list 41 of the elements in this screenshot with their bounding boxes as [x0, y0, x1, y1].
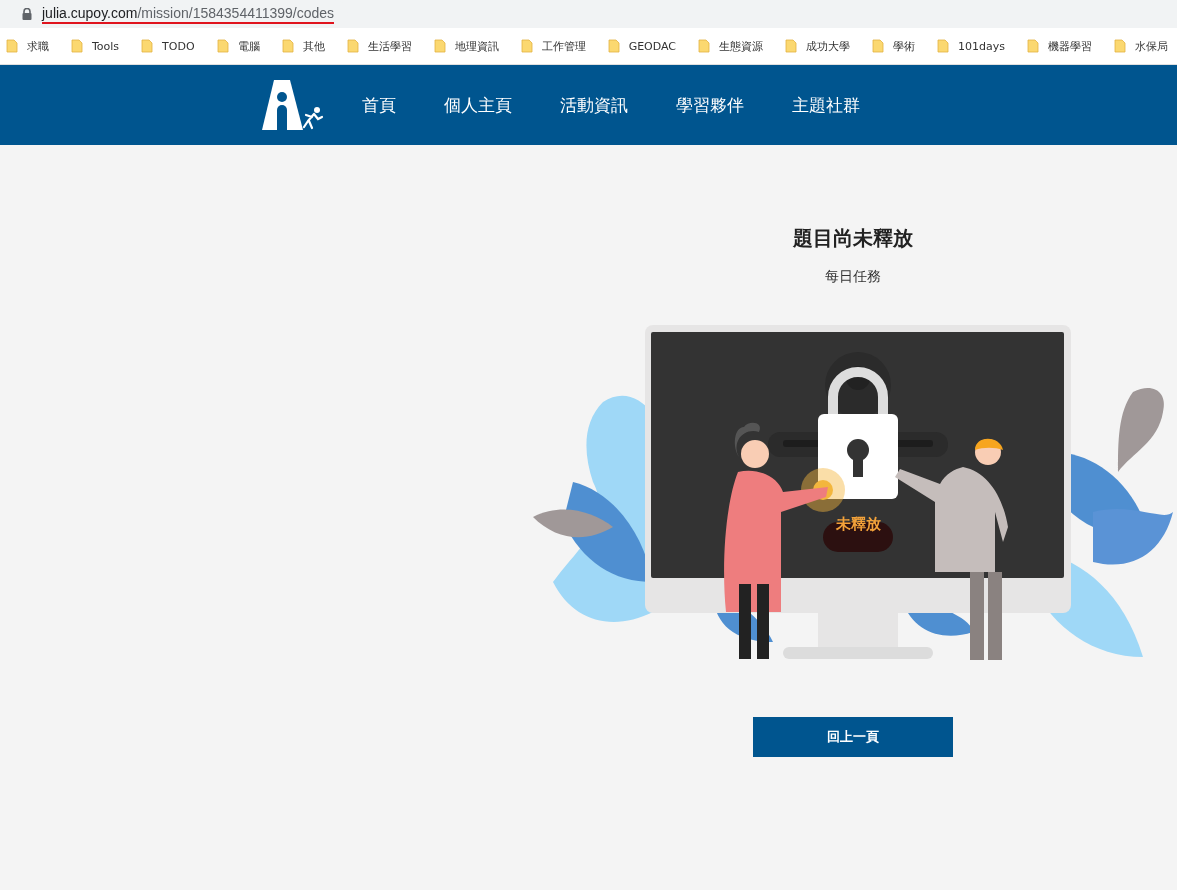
bookmark[interactable]: 電腦	[216, 38, 260, 54]
bookmark[interactable]: 機器學習	[1027, 38, 1092, 54]
nav-link[interactable]: 主題社群	[792, 93, 860, 117]
bookmark[interactable]: 101days	[937, 39, 1005, 53]
bookmark[interactable]: 生活學習	[346, 38, 412, 54]
folder-icon	[785, 39, 798, 53]
folder-icon	[1027, 39, 1039, 53]
bookmark[interactable]: 學術	[872, 38, 916, 54]
folder-icon	[6, 39, 18, 53]
folder-icon	[71, 39, 83, 53]
bookmark[interactable]: 生態資源	[698, 38, 764, 54]
bookmark[interactable]: 成功大學	[785, 38, 851, 54]
folder-icon	[872, 39, 885, 53]
folder-icon	[698, 39, 711, 53]
back-button[interactable]: 回上一頁	[753, 717, 953, 757]
folder-icon	[520, 39, 533, 53]
logo-icon[interactable]	[262, 80, 324, 130]
folder-icon	[607, 39, 620, 53]
nav-link[interactable]: 首頁	[362, 93, 396, 117]
folder-icon	[216, 39, 229, 53]
bookmark[interactable]: Tools	[71, 39, 120, 53]
bookmark[interactable]: 工作管理	[520, 38, 586, 54]
folder-icon	[1114, 39, 1126, 53]
bookmark[interactable]: 其他	[281, 38, 325, 54]
bookmark[interactable]: 求職	[6, 38, 49, 54]
folder-icon	[433, 39, 446, 53]
folder-icon	[937, 39, 950, 53]
url-text: julia.cupoy.com/mission/1584354411399/codes	[42, 4, 335, 24]
page-title: 題目尚未釋放	[793, 225, 913, 252]
bookmark[interactable]: TODO	[141, 39, 195, 53]
lock-icon	[22, 8, 32, 20]
nav-link[interactable]: 活動資訊	[560, 93, 628, 117]
nav-link[interactable]: 學習夥伴	[676, 93, 744, 117]
bookmark[interactable]: 地理資訊	[433, 38, 499, 54]
nav-link[interactable]: 個人主頁	[444, 93, 512, 117]
bookmark[interactable]: GEODAC	[607, 39, 677, 53]
folder-icon	[141, 39, 154, 53]
folder-icon	[346, 39, 359, 53]
bookmark[interactable]: 水保局	[1114, 38, 1168, 54]
page-subtitle: 每日任務	[825, 268, 881, 286]
folder-icon	[281, 39, 294, 53]
